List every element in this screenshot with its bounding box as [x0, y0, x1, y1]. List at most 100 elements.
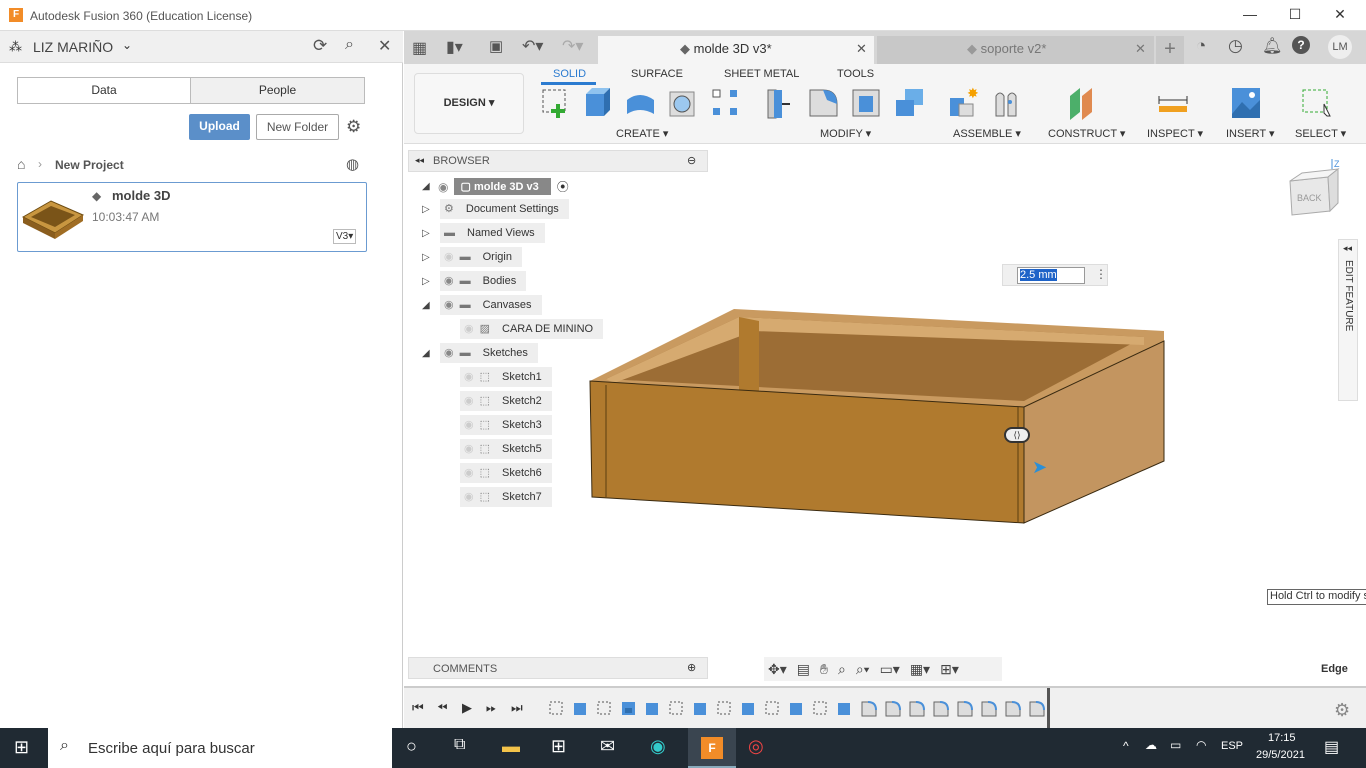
file-card[interactable]: ◆ molde 3D 10:03:47 AM V3▾ — [17, 182, 367, 252]
timeline-sketch-feature[interactable] — [668, 700, 686, 718]
onedrive-icon[interactable]: ☁ — [1145, 738, 1157, 752]
redo-icon[interactable]: ↷▾ — [562, 36, 583, 56]
measure-icon[interactable] — [1157, 86, 1189, 120]
apps-grid-icon[interactable]: ▦ — [412, 38, 427, 58]
tab-tools[interactable]: TOOLS — [837, 68, 874, 80]
upload-button[interactable]: Upload — [189, 114, 250, 140]
wifi-icon[interactable]: ◠ — [1196, 738, 1206, 752]
dimension-input[interactable]: 2.5 mm — [1017, 267, 1085, 284]
eye-hidden-icon[interactable]: ◉ — [444, 247, 454, 267]
eye-hidden-icon[interactable]: ◉ — [464, 487, 474, 507]
close-button[interactable]: ✕ — [1330, 6, 1350, 23]
close-panel-icon[interactable]: ✕ — [378, 36, 391, 56]
select-menu[interactable]: SELECT ▾ — [1295, 127, 1346, 140]
save-icon[interactable]: ▣ — [489, 37, 503, 55]
combine-icon[interactable] — [893, 86, 925, 120]
chrome-icon[interactable]: ◎ — [748, 736, 772, 760]
eye-icon[interactable]: ◉ — [444, 271, 454, 291]
create-menu[interactable]: CREATE ▾ — [616, 127, 668, 140]
eye-icon[interactable]: ◉ — [438, 180, 448, 194]
show-hidden-icons[interactable]: ^ — [1123, 739, 1129, 753]
settings-gear-icon[interactable]: ⚙ — [346, 117, 361, 137]
mail-icon[interactable]: ✉ — [600, 736, 624, 760]
timeline-extrude-feature[interactable] — [644, 700, 662, 718]
press-pull-icon[interactable] — [764, 86, 796, 120]
3d-model-mold[interactable] — [584, 301, 1184, 531]
file-menu-icon[interactable]: ▮▾ — [446, 37, 463, 57]
timeline-fillet-feature[interactable] — [1004, 700, 1022, 718]
timeline-settings-gear-icon[interactable]: ⚙ — [1334, 700, 1350, 721]
shell-icon[interactable] — [850, 86, 882, 120]
language-indicator[interactable]: ESP — [1221, 740, 1243, 752]
timeline-fillet-feature[interactable] — [956, 700, 974, 718]
edge-manipulator-icon[interactable]: ⟨⟩ — [1004, 427, 1030, 443]
new-component-icon[interactable]: ✸ — [947, 86, 979, 120]
workspace-switcher[interactable]: DESIGN ▾ — [414, 73, 524, 134]
eye-icon[interactable]: ◉ — [444, 295, 454, 315]
browser-item[interactable]: ▷ ◉ ▬ Origin — [422, 247, 603, 267]
browser-item[interactable]: ◉ ⬚ Sketch5 — [460, 439, 603, 459]
search-icon[interactable]: ⌕ — [345, 36, 354, 54]
browser-item[interactable]: ◉ ▨ CARA DE MININO — [460, 319, 604, 339]
tab-people[interactable]: People — [190, 77, 365, 104]
maximize-button[interactable]: ☐ — [1285, 6, 1305, 23]
joint-icon[interactable] — [990, 86, 1022, 120]
timeline-extrude-feature[interactable] — [788, 700, 806, 718]
expanded-triangle-icon[interactable]: ◢ — [422, 300, 432, 311]
timeline-fillet-feature[interactable] — [980, 700, 998, 718]
tab-soporte[interactable]: ◆ soporte v2* ✕ — [877, 36, 1154, 64]
new-folder-button[interactable]: New Folder — [256, 114, 339, 140]
expand-icon[interactable]: ◂◂ — [1343, 243, 1352, 254]
look-at-icon[interactable]: ▤ — [797, 661, 810, 678]
step-back-icon[interactable]: ⏪︎ — [437, 700, 447, 716]
collapsed-triangle-icon[interactable]: ▷ — [422, 228, 432, 239]
browser-root[interactable]: ◢ ◉ ▢ molde 3D v3 ⦿ — [422, 178, 603, 195]
task-view-icon[interactable]: ⧉ — [454, 736, 478, 760]
browser-header[interactable]: ◂◂ BROWSER ⊖ — [408, 150, 708, 172]
tab-molde-3d[interactable]: ◆ molde 3D v3* ✕ — [598, 36, 874, 64]
inspect-menu[interactable]: INSPECT ▾ — [1147, 127, 1203, 140]
tab-solid[interactable]: SOLID — [553, 68, 586, 80]
timeline-sketch-feature[interactable] — [596, 700, 614, 718]
hole-icon[interactable] — [667, 86, 699, 120]
browser-item[interactable]: ◉ ⬚ Sketch6 — [460, 463, 603, 483]
eye-hidden-icon[interactable]: ◉ — [464, 463, 474, 483]
home-icon[interactable]: ⌂ — [17, 156, 25, 172]
browser-item[interactable]: ▷ ◉ ▬ Bodies — [422, 271, 603, 291]
zoom-icon[interactable]: ⌕ — [838, 661, 846, 678]
add-comment-icon[interactable]: ⊕ — [687, 661, 696, 674]
minimize-button[interactable]: — — [1240, 6, 1260, 22]
timeline-fillet-feature[interactable] — [1028, 700, 1046, 718]
expanded-triangle-icon[interactable]: ◢ — [422, 181, 432, 192]
extrude-icon[interactable] — [582, 86, 614, 120]
timeline-sketch-feature[interactable] — [812, 700, 830, 718]
windows-start-icon[interactable]: ⊞ — [14, 737, 29, 758]
browser-item[interactable]: ▷ ⚙ Document Settings — [422, 199, 603, 219]
user-avatar[interactable]: LM — [1328, 35, 1352, 59]
orbit-icon[interactable]: ✥▾ — [768, 661, 787, 678]
cortana-icon[interactable]: ○ — [406, 736, 430, 760]
tab-surface[interactable]: SURFACE — [631, 68, 683, 80]
timeline-fillet-feature[interactable] — [932, 700, 950, 718]
construct-menu[interactable]: CONSTRUCT ▾ — [1048, 127, 1125, 140]
globe-icon[interactable]: ◍ — [346, 155, 359, 173]
timeline-fillet-feature[interactable] — [884, 700, 902, 718]
display-settings-icon[interactable]: ▭▾ — [880, 661, 900, 678]
user-name[interactable]: LIZ MARIÑO — [33, 39, 113, 55]
browser-item[interactable]: ▷ ▬ Named Views — [422, 223, 603, 243]
pan-hand-icon[interactable]: ✋︎ — [820, 661, 828, 678]
clock-icon[interactable]: ◷ — [1228, 36, 1243, 56]
tab-data[interactable]: Data — [17, 77, 191, 104]
timeline-fillet-feature[interactable] — [860, 700, 878, 718]
eye-hidden-icon[interactable]: ◉ — [464, 367, 474, 387]
eye-icon[interactable]: ◉ — [444, 343, 454, 363]
notifications-bell-icon[interactable]: 🔔︎ — [1262, 36, 1282, 56]
grid-icon[interactable]: ▦▾ — [910, 661, 930, 678]
step-forward-icon[interactable]: ⏩︎ — [486, 700, 496, 716]
revolve-icon[interactable] — [624, 86, 656, 120]
timeline-canvas-feature[interactable] — [620, 700, 638, 718]
undo-icon[interactable]: ↶▾ — [522, 36, 543, 56]
collapsed-triangle-icon[interactable]: ▷ — [422, 252, 432, 263]
action-center-icon[interactable]: ▤ — [1324, 737, 1339, 757]
collapsed-triangle-icon[interactable]: ▷ — [422, 204, 432, 215]
